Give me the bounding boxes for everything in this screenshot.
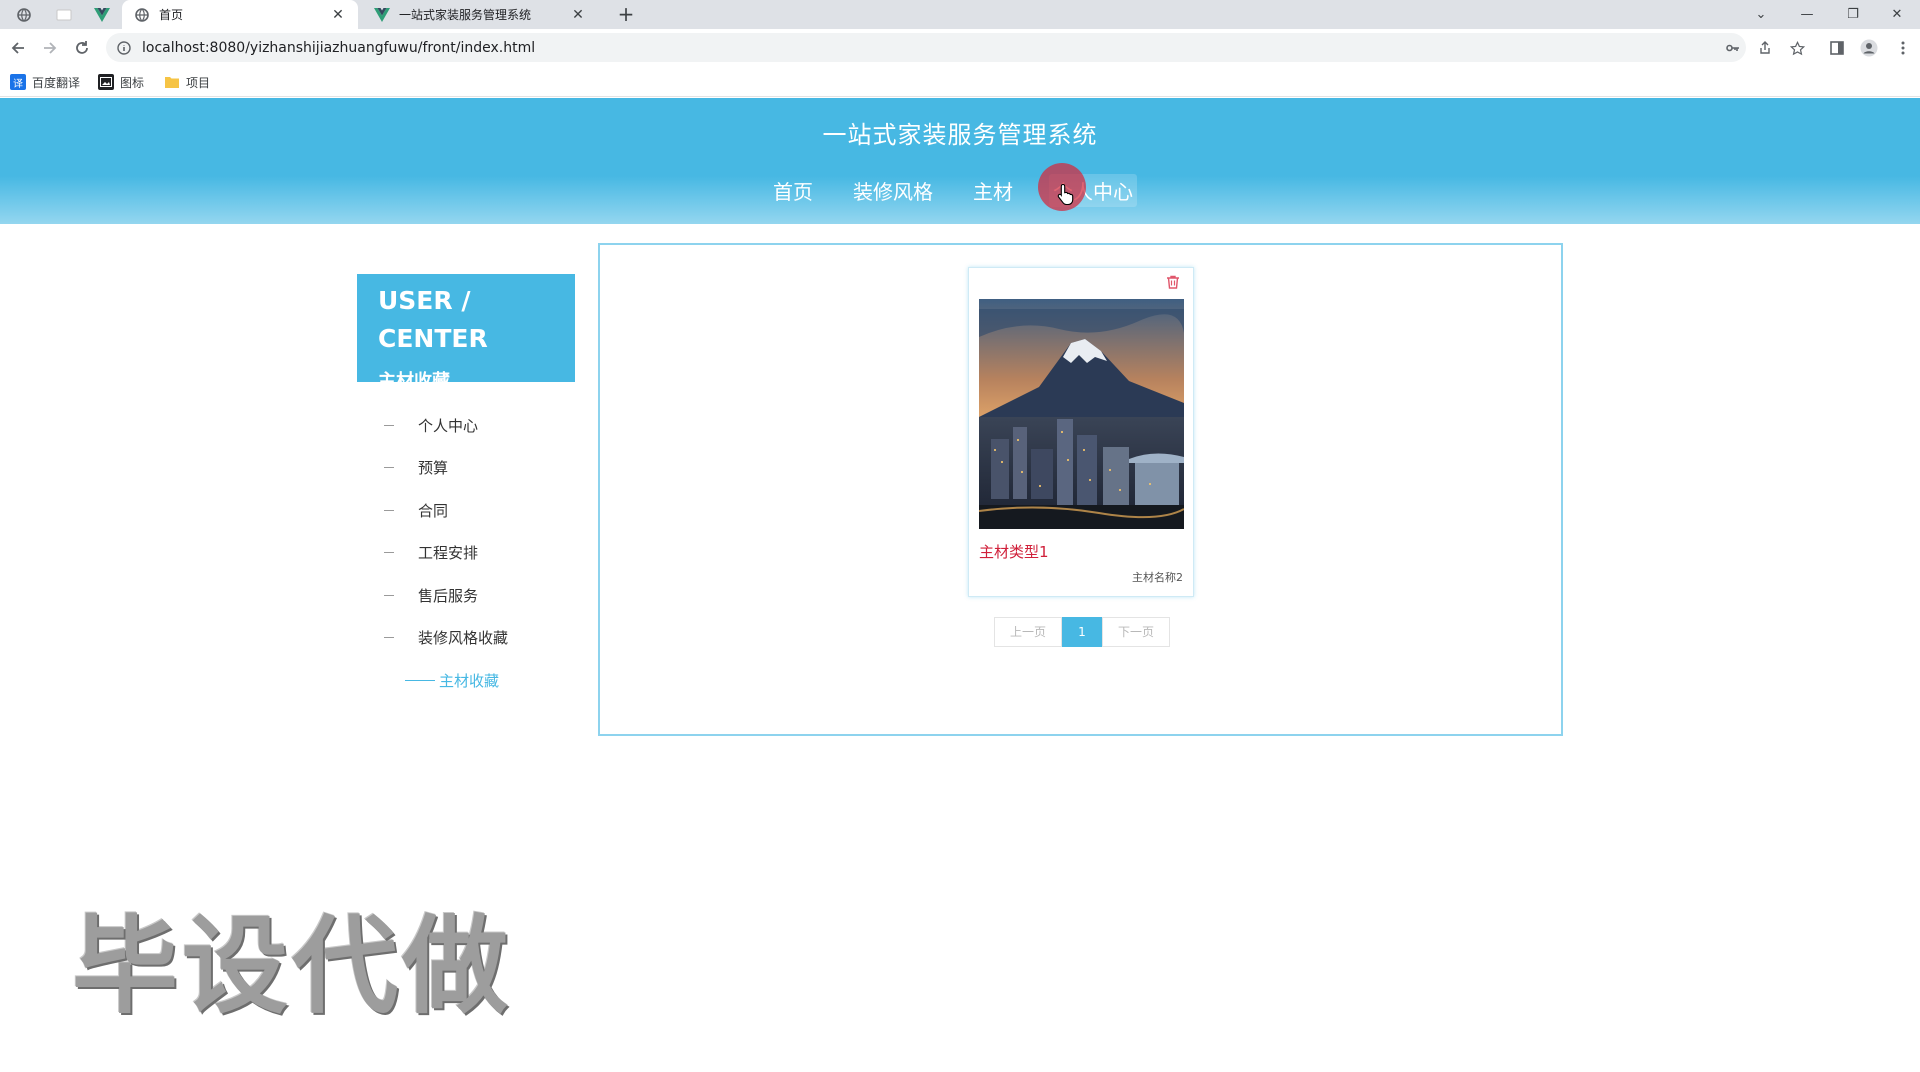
bookmark-label: 项目	[186, 75, 211, 90]
blank-page-icon	[56, 9, 72, 20]
hand-cursor-icon	[1057, 183, 1074, 205]
sidebar-toggle-icon[interactable]	[1826, 37, 1848, 59]
arrow-left-icon	[11, 42, 24, 54]
main-nav: 首页 装修风格 主材 个人中心	[0, 174, 1920, 207]
sidebar-item-contract[interactable]: 合同	[357, 489, 575, 532]
page-number-button[interactable]: 1	[1062, 617, 1102, 647]
kebab-menu-icon[interactable]	[1892, 37, 1914, 59]
close-window-button[interactable]: ✕	[1874, 0, 1920, 29]
bookmark-icons[interactable]: 图标	[98, 72, 144, 92]
card-title[interactable]: 主材类型1	[979, 541, 1049, 562]
prev-page-button[interactable]: 上一页	[994, 617, 1062, 647]
back-button[interactable]	[5, 35, 31, 61]
card-subtitle: 主材名称2	[1132, 571, 1183, 584]
sidebar-item-label: 工程安排	[418, 544, 479, 563]
dash-marker	[384, 594, 394, 596]
tab-title: 一站式家装服务管理系统	[399, 8, 532, 22]
tab-system[interactable]: 一站式家装服务管理系统 ✕	[362, 0, 598, 29]
sidebar-item-label: 预算	[418, 459, 449, 478]
restore-button[interactable]: ❐	[1830, 0, 1876, 29]
close-icon[interactable]: ✕	[570, 7, 586, 23]
pinned-tab-vue[interactable]	[82, 0, 122, 29]
next-page-button[interactable]: 下一页	[1102, 617, 1170, 647]
globe-icon	[17, 7, 31, 22]
sidebar-item-label: 合同	[418, 501, 449, 520]
bookmark-baidu-translate[interactable]: 译 百度翻译	[10, 72, 80, 92]
forward-button[interactable]	[37, 35, 63, 61]
tab-home[interactable]: 首页 ✕	[122, 0, 358, 29]
site-title: 一站式家装服务管理系统	[822, 121, 1098, 149]
info-icon[interactable]	[116, 40, 132, 56]
dash-marker	[384, 637, 394, 639]
browser-tab-strip: 首页 ✕ 一站式家装服务管理系统 ✕ + ⌄ — ❐ ✕	[0, 0, 1920, 29]
tab-search-icon[interactable]: ⌄	[1738, 0, 1784, 29]
favorite-card[interactable]: 主材类型1 主材名称2	[968, 267, 1194, 597]
sidebar-item-label: 个人中心	[418, 416, 479, 435]
sidebar-item-after-sales[interactable]: 售后服务	[357, 574, 575, 617]
sidebar-item-label: 装修风格收藏	[418, 629, 509, 648]
sidebar-heading-en: USER / CENTER	[378, 286, 488, 353]
sidebar-item-label: 主材收藏	[439, 671, 500, 690]
favorites-panel: 主材类型1 主材名称2 上一页 1 下一页	[598, 243, 1563, 736]
minimize-button[interactable]: —	[1784, 0, 1830, 29]
tab-title: 首页	[159, 8, 184, 22]
nav-decoration-style[interactable]: 装修风格	[849, 174, 937, 207]
watermark-text: 毕设代做	[72, 905, 512, 1028]
sidebar-heading-cn: 主材收藏	[378, 371, 450, 392]
pinned-tab-globe[interactable]	[4, 0, 44, 29]
sidebar-header: USER / CENTER 主材收藏	[357, 274, 575, 392]
folder-icon	[164, 74, 180, 90]
browser-toolbar: localhost:8080/yizhanshijiazhuangfuwu/fr…	[0, 29, 1920, 66]
mountain-city-image	[979, 299, 1184, 529]
profile-avatar-icon[interactable]	[1858, 37, 1880, 59]
reload-button[interactable]	[69, 35, 95, 61]
bookmark-label: 百度翻译	[32, 75, 81, 90]
material-image[interactable]	[979, 299, 1184, 529]
dash-marker	[384, 552, 394, 554]
dash-marker	[405, 679, 435, 681]
sidebar-item-label: 售后服务	[418, 586, 479, 605]
dash-marker	[384, 467, 394, 469]
nav-home[interactable]: 首页	[769, 174, 817, 207]
dash-marker	[384, 424, 394, 426]
vue-logo-icon	[374, 7, 390, 23]
sidebar-item-style-favorites[interactable]: 装修风格收藏	[357, 617, 575, 660]
site-header: 一站式家装服务管理系统 首页 装修风格 主材 个人中心	[0, 98, 1920, 224]
sidebar-item-personal-center[interactable]: 个人中心	[357, 404, 575, 447]
url-text: localhost:8080/yizhanshijiazhuangfuwu/fr…	[142, 39, 536, 56]
share-icon[interactable]	[1754, 37, 1776, 59]
reload-icon	[76, 41, 88, 54]
translate-icon: 译	[10, 74, 26, 90]
sidebar-menu: 个人中心 预算 合同 工程安排 售后服务 装修风格收藏 主材收藏	[357, 404, 575, 702]
new-tab-button[interactable]: +	[614, 2, 638, 26]
globe-icon	[134, 7, 150, 23]
nav-main-materials[interactable]: 主材	[969, 174, 1017, 207]
address-bar[interactable]: localhost:8080/yizhanshijiazhuangfuwu/fr…	[106, 33, 1746, 62]
close-icon[interactable]: ✕	[330, 7, 346, 23]
vue-logo-icon	[94, 7, 110, 22]
image-icon	[98, 74, 114, 90]
arrow-right-icon	[44, 42, 57, 54]
pagination: 上一页 1 下一页	[994, 617, 1170, 647]
bookmark-project[interactable]: 项目	[164, 72, 210, 92]
bookmarks-bar: 译 百度翻译 图标 项目	[0, 66, 1920, 97]
star-icon[interactable]	[1786, 37, 1808, 59]
key-icon[interactable]	[1722, 37, 1744, 59]
pinned-tab-blank[interactable]	[44, 0, 84, 29]
bookmark-label: 图标	[120, 75, 145, 90]
sidebar-item-project-schedule[interactable]: 工程安排	[357, 532, 575, 575]
sidebar-item-material-favorites[interactable]: 主材收藏	[357, 659, 575, 702]
trash-icon[interactable]	[1165, 274, 1181, 290]
dash-marker	[384, 509, 394, 511]
sidebar-item-budget[interactable]: 预算	[357, 447, 575, 490]
